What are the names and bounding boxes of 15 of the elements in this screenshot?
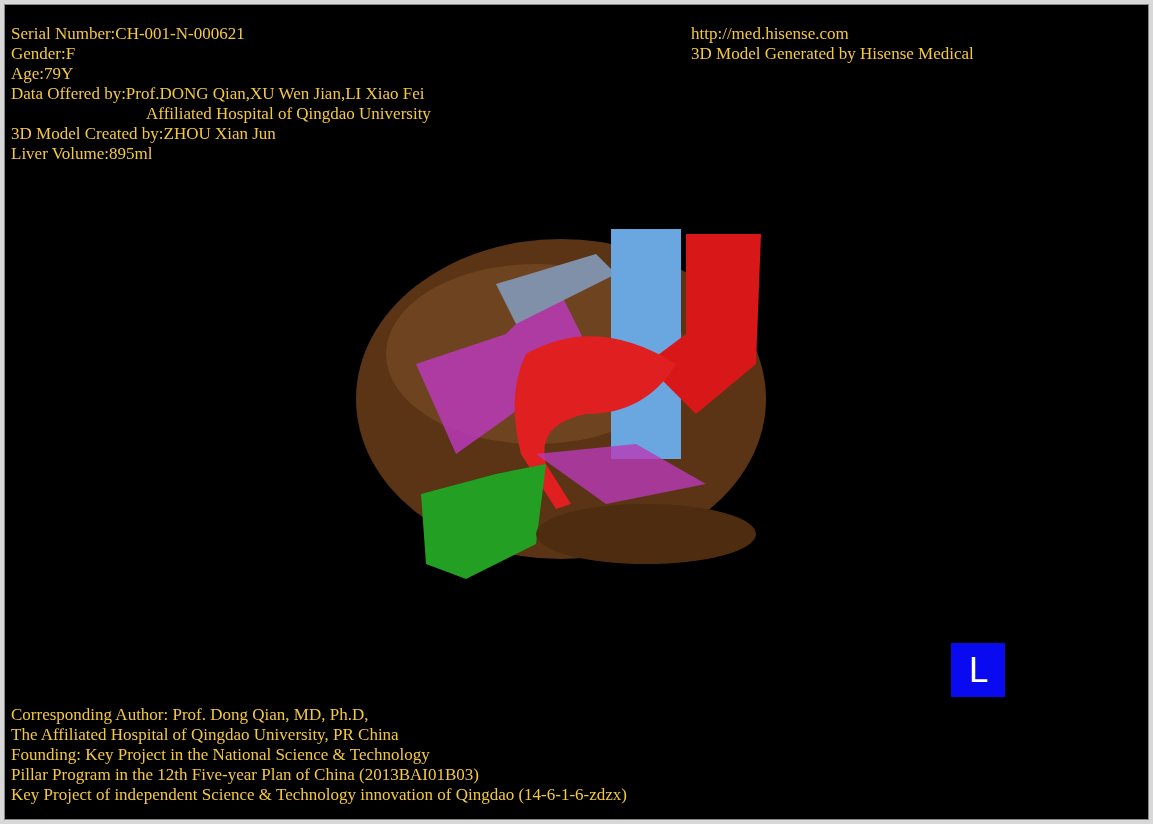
info-line: Liver Volume:895ml xyxy=(11,144,154,164)
info-line: Age:79Y xyxy=(11,64,75,84)
info-line: Serial Number:CH-001-N-000621 xyxy=(11,24,246,44)
info-line: 3D Model Created by:ZHOU Xian Jun xyxy=(11,124,277,144)
credit-line: Founding: Key Project in the National Science & Technology xyxy=(11,745,431,765)
credit-line: Key Project of independent Science & Technology innovation of Qingdao (14-6-1-6-zdzx) xyxy=(11,785,628,805)
credit-line: Pillar Program in the 12th Five-year Plan of China (2013BAI01B03) xyxy=(11,765,480,785)
info-line: Affiliated Hospital of Qingdao University xyxy=(145,104,432,124)
info-line: 3D Model Generated by Hisense Medical xyxy=(691,44,975,64)
credit-line: The Affiliated Hospital of Qingdao University, PR China xyxy=(11,725,400,745)
orientation-badge: L xyxy=(951,643,1005,697)
info-line: Gender:F xyxy=(11,44,77,64)
info-line: Data Offered by:Prof.DONG Qian,XU Wen Jian,LI Xiao Fei xyxy=(11,84,426,104)
info-line: http://med.hisense.com xyxy=(691,24,850,44)
credit-line: Corresponding Author: Prof. Dong Qian, MD, Ph.D, xyxy=(11,705,370,725)
